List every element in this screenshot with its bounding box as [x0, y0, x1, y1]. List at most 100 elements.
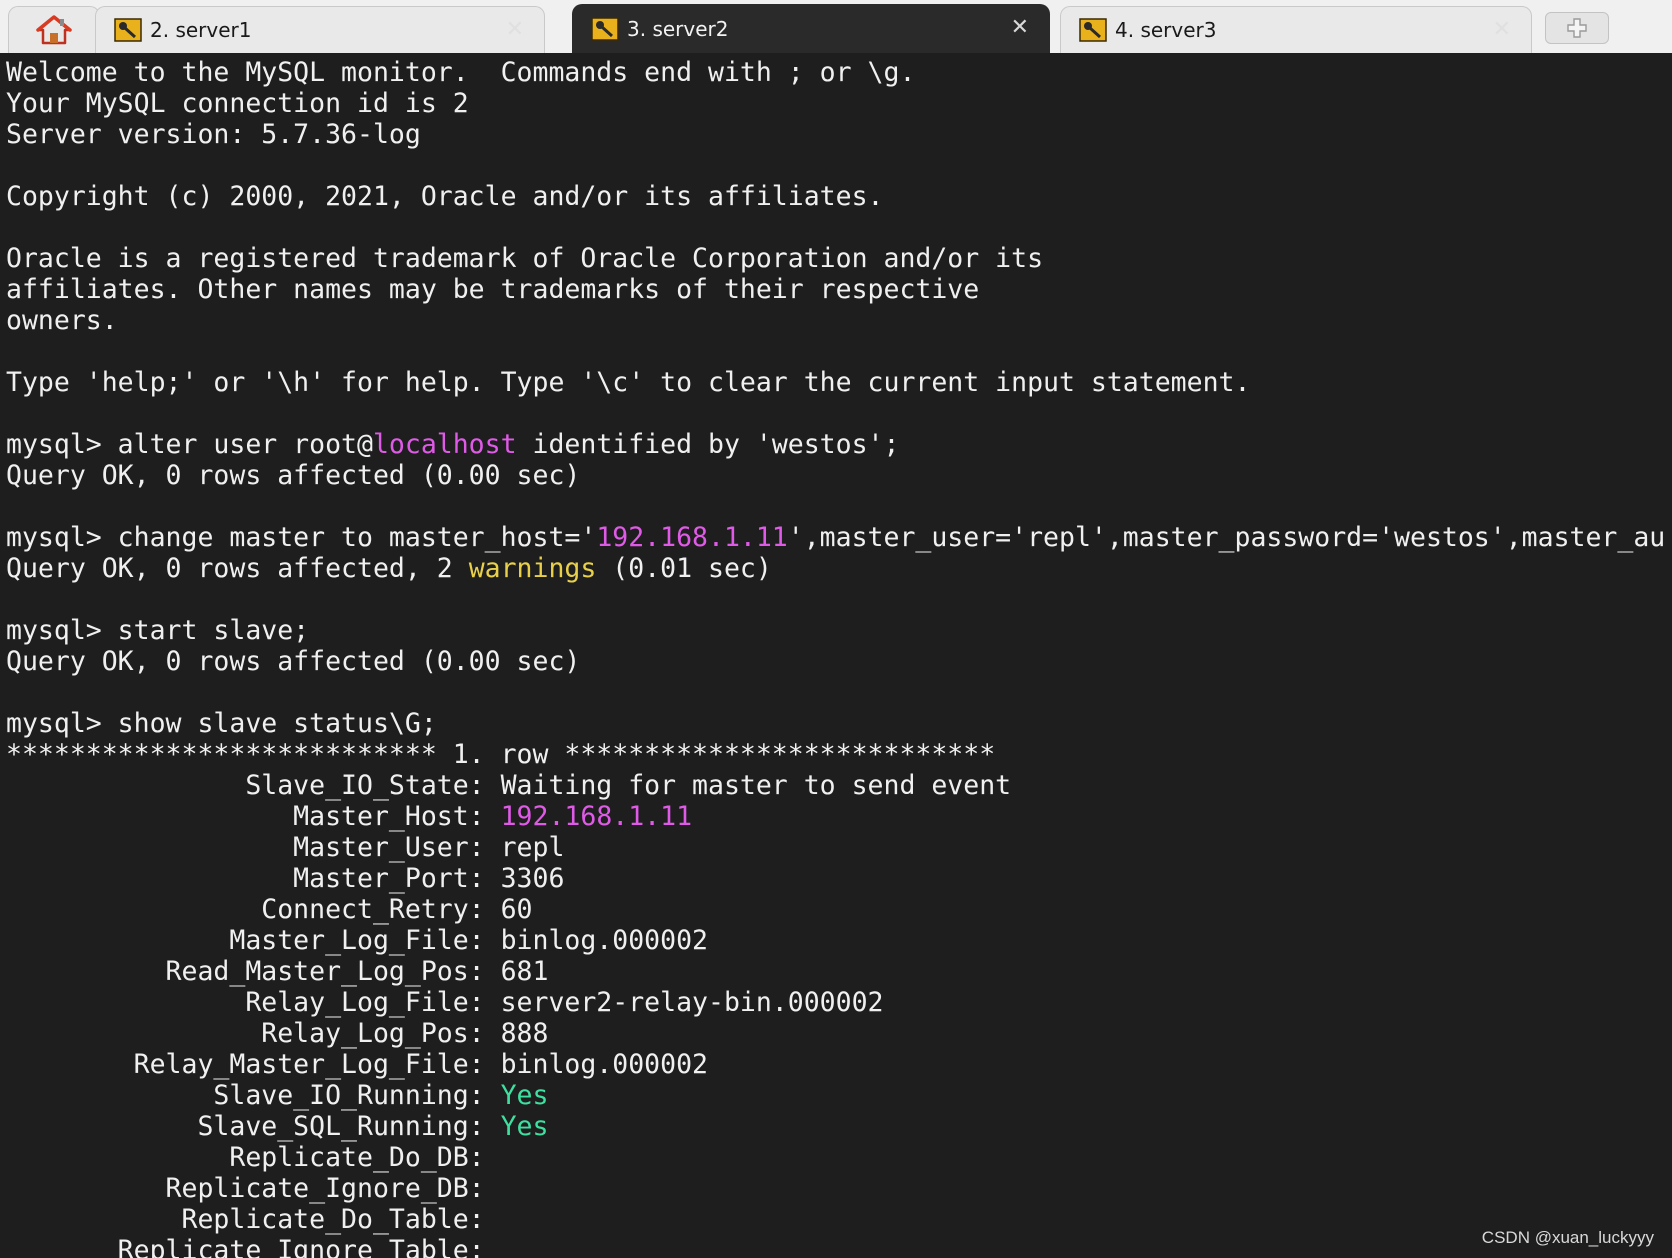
terminal-text-segment: Master_User: repl: [6, 832, 565, 863]
terminal-line: Query OK, 0 rows affected (0.00 sec): [6, 646, 1665, 677]
terminal-text-segment: *************************** 1. row *****…: [6, 739, 996, 770]
new-tab-icon: [1567, 18, 1587, 38]
terminal-text-segment: Read_Master_Log_Pos: 681: [6, 956, 549, 987]
terminal-text-segment: mysql> show slave status\G;: [6, 708, 437, 739]
terminal-text-segment: mysql> alter user root@: [6, 429, 373, 460]
terminal-line: Server version: 5.7.36-log: [6, 119, 1665, 150]
key-icon: [591, 17, 619, 41]
terminal-text-segment: ',master_user='repl',master_password='we…: [787, 522, 1666, 553]
terminal-line: Replicate_Ignore_Table:: [6, 1235, 1665, 1258]
terminal-text: Welcome to the MySQL monitor. Commands e…: [6, 57, 1665, 1258]
terminal-line: Welcome to the MySQL monitor. Commands e…: [6, 57, 1665, 88]
terminal-text-segment: owners.: [6, 305, 118, 336]
highlight-green: Yes: [500, 1080, 549, 1111]
terminal-text-segment: Slave_IO_Running:: [6, 1080, 501, 1111]
terminal-line: Master_Log_File: binlog.000002: [6, 925, 1665, 956]
terminal-text-segment: Your MySQL connection id is 2: [6, 88, 469, 119]
terminal-line: Query OK, 0 rows affected, 2 warnings (0…: [6, 553, 1665, 584]
terminal-line: Slave_IO_Running: Yes: [6, 1080, 1665, 1111]
terminal-text-segment: Replicate_Do_DB:: [6, 1142, 485, 1173]
terminal-line: Replicate_Do_Table:: [6, 1204, 1665, 1235]
highlight-magenta: localhost: [372, 429, 517, 460]
tab-server1[interactable]: 2. server1 ✕: [95, 6, 545, 53]
terminal-line: Replicate_Ignore_DB:: [6, 1173, 1665, 1204]
terminal-line: Master_User: repl: [6, 832, 1665, 863]
terminal-line: mysql> show slave status\G;: [6, 708, 1665, 739]
terminal-line: Master_Host: 192.168.1.11: [6, 801, 1665, 832]
terminal-text-segment: Copyright (c) 2000, 2021, Oracle and/or …: [6, 181, 884, 212]
highlight-magenta: 192.168.1.11: [500, 801, 693, 832]
terminal-line: Slave_IO_State: Waiting for master to se…: [6, 770, 1665, 801]
key-icon: [114, 18, 142, 42]
terminal-line: *************************** 1. row *****…: [6, 739, 1665, 770]
terminal-text-segment: mysql> change master to master_host=': [6, 522, 597, 553]
terminal-line: Relay_Log_Pos: 888: [6, 1018, 1665, 1049]
terminal-text-segment: Slave_SQL_Running:: [6, 1111, 501, 1142]
terminal-line: Slave_SQL_Running: Yes: [6, 1111, 1665, 1142]
tab-label: 2. server1: [150, 18, 252, 42]
terminal-text-segment: Relay_Log_Pos: 888: [6, 1018, 549, 1049]
terminal-text-segment: Relay_Master_Log_File: binlog.000002: [6, 1049, 708, 1080]
terminal-text-segment: Relay_Log_File: server2-relay-bin.000002: [6, 987, 884, 1018]
terminal-line: Query OK, 0 rows affected (0.00 sec): [6, 460, 1665, 491]
terminal-line: Copyright (c) 2000, 2021, Oracle and/or …: [6, 181, 1665, 212]
terminal-output[interactable]: Welcome to the MySQL monitor. Commands e…: [0, 53, 1672, 1258]
terminal-line: Replicate_Do_DB:: [6, 1142, 1665, 1173]
tab-label: 4. server3: [1115, 18, 1217, 42]
terminal-text-segment: Master_Port: 3306: [6, 863, 565, 894]
terminal-line: affiliates. Other names may be trademark…: [6, 274, 1665, 305]
terminal-line: Master_Port: 3306: [6, 863, 1665, 894]
terminal-text-segment: Master_Host:: [6, 801, 501, 832]
terminal-text-segment: Oracle is a registered trademark of Orac…: [6, 243, 1044, 274]
terminal-line: Read_Master_Log_Pos: 681: [6, 956, 1665, 987]
highlight-yellow: warnings: [468, 553, 597, 584]
home-tab[interactable]: [8, 6, 100, 53]
terminal-line: Relay_Log_File: server2-relay-bin.000002: [6, 987, 1665, 1018]
terminal-text-segment: Welcome to the MySQL monitor. Commands e…: [6, 57, 916, 88]
close-icon[interactable]: ✕: [1493, 19, 1511, 41]
tab-server3[interactable]: 4. server3 ✕: [1060, 6, 1532, 53]
terminal-line: Connect_Retry: 60: [6, 894, 1665, 925]
terminal-line: mysql> alter user root@localhost identif…: [6, 429, 1665, 460]
terminal-line: mysql> start slave;: [6, 615, 1665, 646]
terminal-text-segment: Replicate_Ignore_Table:: [6, 1235, 485, 1258]
highlight-green: Yes: [500, 1111, 549, 1142]
terminal-text-segment: Master_Log_File: binlog.000002: [6, 925, 708, 956]
watermark: CSDN @xuan_luckyyy: [1481, 1228, 1654, 1247]
terminal-line: Your MySQL connection id is 2: [6, 88, 1665, 119]
terminal-text-segment: affiliates. Other names may be trademark…: [6, 274, 980, 305]
terminal-text-segment: mysql> start slave;: [6, 615, 310, 646]
tab-label: 3. server2: [627, 17, 729, 41]
close-icon[interactable]: ✕: [1011, 17, 1029, 39]
terminal-text-segment: Connect_Retry: 60: [6, 894, 533, 925]
terminal-text-segment: Type 'help;' or '\h' for help. Type '\c'…: [6, 367, 1251, 398]
terminal-text-segment: Slave_IO_State: Waiting for master to se…: [6, 770, 1012, 801]
terminal-text-segment: Query OK, 0 rows affected (0.00 sec): [6, 460, 581, 491]
highlight-magenta: 192.168.1.11: [596, 522, 788, 553]
tab-server2[interactable]: 3. server2 ✕: [572, 4, 1050, 53]
close-icon[interactable]: ✕: [506, 19, 524, 41]
terminal-text-segment: Query OK, 0 rows affected, 2: [6, 553, 469, 584]
terminal-line: Relay_Master_Log_File: binlog.000002: [6, 1049, 1665, 1080]
terminal-text-segment: (0.01 sec): [596, 553, 772, 584]
terminal-text-segment: identified by 'westos';: [516, 429, 900, 460]
terminal-text-segment: Replicate_Ignore_DB:: [6, 1173, 485, 1204]
tab-bar: 2. server1 ✕ 3. server2 ✕ 4. server3 ✕: [0, 0, 1672, 53]
home-icon: [36, 15, 72, 45]
key-icon: [1079, 18, 1107, 42]
terminal-text-segment: Replicate_Do_Table:: [6, 1204, 485, 1235]
terminal-text-segment: Server version: 5.7.36-log: [6, 119, 421, 150]
terminal-line: Oracle is a registered trademark of Orac…: [6, 243, 1665, 274]
terminal-line: owners.: [6, 305, 1665, 336]
terminal-line: Type 'help;' or '\h' for help. Type '\c'…: [6, 367, 1665, 398]
terminal-text-segment: Query OK, 0 rows affected (0.00 sec): [6, 646, 581, 677]
new-tab-button[interactable]: [1545, 12, 1609, 44]
terminal-line: mysql> change master to master_host='192…: [6, 522, 1665, 553]
